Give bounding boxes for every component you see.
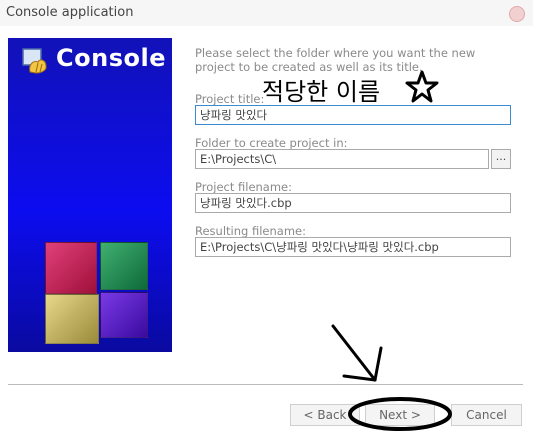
next-highlight-circle xyxy=(348,397,452,431)
annotation-overlay xyxy=(331,324,452,431)
annotation-arrow-icon xyxy=(331,324,383,382)
